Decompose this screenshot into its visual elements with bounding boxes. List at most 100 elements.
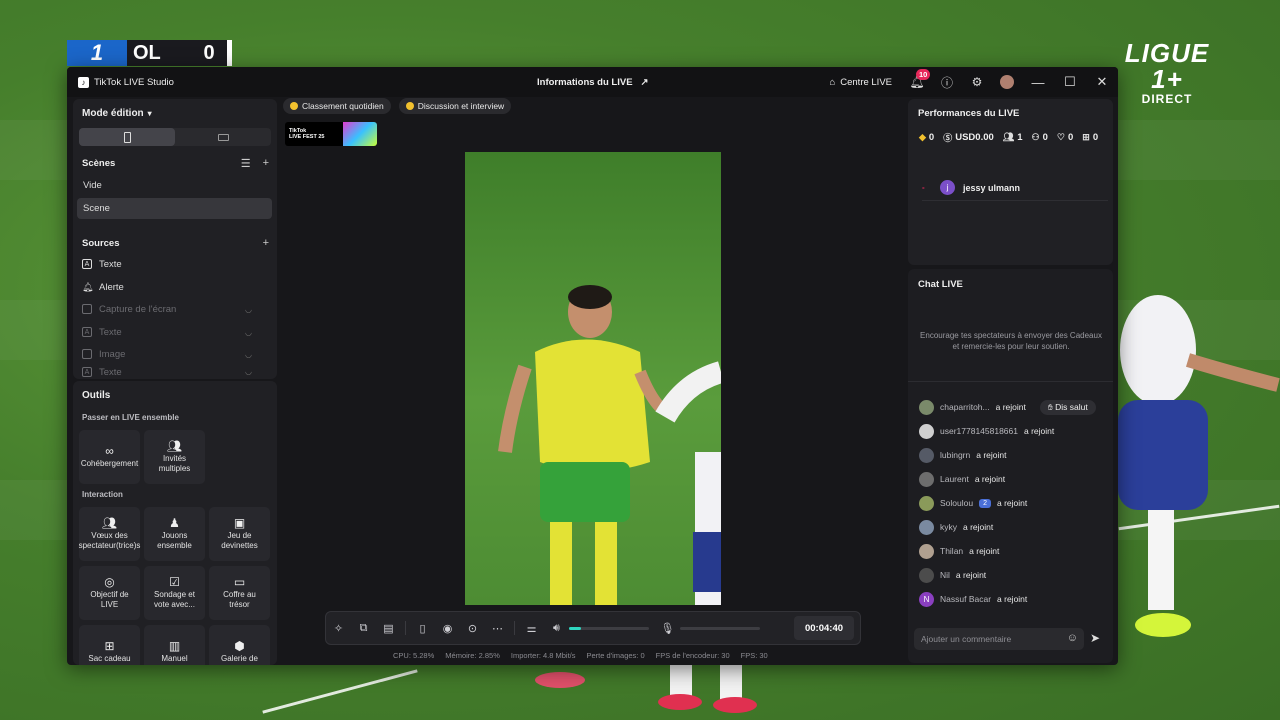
hidden-icon[interactable]: ◡ [245, 328, 252, 337]
chat-username[interactable]: kyky [940, 522, 957, 532]
add-source-icon[interactable]: + [263, 237, 269, 249]
hidden-icon[interactable]: ◡ [245, 350, 252, 359]
level-badge: 2 [979, 498, 991, 508]
poll-tile[interactable]: ☑ Sondage et vote avec... [144, 566, 205, 620]
chat-message[interactable]: user1778145818661 a rejoint [919, 423, 1109, 439]
new-followers-icon: ⚇ [1031, 132, 1040, 142]
send-button[interactable]: ➤ [1090, 631, 1100, 645]
phone-preview-button[interactable]: ▯ [410, 615, 435, 641]
scene-item[interactable]: Vide [77, 175, 272, 196]
chat-username[interactable]: Thilan [940, 546, 963, 556]
chat-username[interactable]: Laurent [940, 474, 969, 484]
record-button[interactable]: ◉ [435, 615, 460, 641]
maximize-button[interactable]: ☐ [1054, 67, 1086, 97]
chat-message[interactable]: Laurent a rejoint [919, 471, 1109, 487]
chat-username[interactable]: user1778145818661 [940, 426, 1018, 436]
chat-username[interactable]: chaparritoh... [940, 402, 990, 412]
portrait-button[interactable] [79, 128, 175, 146]
comment-input[interactable]: Ajouter un commentaire ☺ [914, 628, 1084, 650]
source-item[interactable]: Image ◡ [82, 345, 267, 363]
top-viewer-row[interactable]: - j jessy ulmann [922, 180, 1108, 201]
mic-button[interactable]: 🎙︎ [655, 615, 680, 641]
hidden-icon[interactable]: ◡ [245, 367, 252, 376]
more-icon: ⋯ [492, 622, 503, 635]
source-item[interactable]: A Texte ◡ [82, 367, 267, 377]
scene-item[interactable]: Scene [77, 198, 272, 219]
hidden-icon[interactable]: ◡ [245, 305, 252, 314]
volume-slider[interactable] [569, 626, 649, 630]
notifications-button[interactable]: 🔔︎ 10 [906, 69, 931, 93]
source-label: Texte [99, 326, 122, 338]
stats-bar: CPU: 5.28% Mémoire: 2.85% Importer: 4.8 … [393, 651, 768, 660]
source-item[interactable]: 🔔︎ Alerte [82, 278, 267, 296]
chat-message[interactable]: chaparritoh... a rejoint ✋︎ Dis salut [919, 399, 1109, 415]
source-item[interactable]: Capture de l'écran ◡ [82, 300, 267, 318]
source-label: Texte [99, 258, 122, 270]
speaker-button[interactable]: 🔊︎ [544, 615, 569, 641]
more-button[interactable]: ⋯ [485, 615, 510, 641]
chat-username[interactable]: Nassuf Bacar [940, 594, 991, 604]
maximize-icon: ☐ [1064, 74, 1076, 89]
cohosting-tile[interactable]: ∞ Cohébergement [79, 430, 140, 484]
chat-message[interactable]: N Nassuf Bacar a rejoint [919, 591, 1109, 607]
manual-tile[interactable]: ▥ Manuel [144, 625, 205, 665]
discussion-chip[interactable]: Discussion et interview [398, 98, 512, 114]
heart-icon: ♡ [1056, 132, 1065, 142]
chat-username[interactable]: lubingrn [940, 450, 970, 460]
chat-username[interactable]: Soloulou [940, 498, 973, 508]
help-button[interactable]: ⓘ [936, 71, 958, 93]
chat-username[interactable]: Nil [940, 570, 950, 580]
treasure-chest-tile[interactable]: ▭ Coffre au trésor [209, 566, 270, 620]
live-info-button[interactable]: Informations du LIVE ↗ [537, 67, 649, 97]
gift-bag-tile[interactable]: ⊞ Sac cadeau [79, 625, 140, 665]
tile-label: Invités multiples [158, 453, 191, 473]
live-fest-text: TikTok LIVE FEST 25 [289, 128, 324, 140]
emoji-icon[interactable]: ☺ [1067, 632, 1078, 644]
sources-actions: + [263, 237, 269, 249]
live-timer: 00:04:40 [794, 616, 854, 640]
bell-icon: 🔔︎ [82, 281, 94, 292]
gallery-tile[interactable]: ⬢ Galerie de [209, 625, 270, 665]
centre-live-button[interactable]: ⌂ Centre LIVE [830, 77, 893, 88]
tile-label: Sondage et vote avec... [154, 589, 195, 609]
live-goal-tile[interactable]: ◎ Objectif de LIVE [79, 566, 140, 620]
camera-switch-button[interactable]: ⊙ [460, 615, 485, 641]
viewer-wishes-tile[interactable]: 👥︎ Vœux des spectateur(trice)s [79, 507, 140, 561]
list-icon[interactable]: ☰ [241, 157, 251, 170]
bag-icon: ⊞ [104, 638, 115, 653]
add-overlay-button[interactable]: ⧉ [351, 615, 376, 641]
diamond-icon: ◆ [919, 132, 926, 142]
live-fest-banner[interactable]: TikTok LIVE FEST 25 [285, 122, 377, 146]
metric-value: USD0.00 [955, 132, 994, 143]
source-item[interactable]: A Texte ◡ [82, 323, 267, 341]
guessing-game-tile[interactable]: ▣ Jeu de devinettes [209, 507, 270, 561]
chat-message[interactable]: Nil a rejoint [919, 567, 1109, 583]
chat-message[interactable]: kyky a rejoint [919, 519, 1109, 535]
layout-button[interactable]: ▤ [376, 615, 401, 641]
settings-button[interactable]: ⚙ [966, 71, 988, 93]
metric-value: 0 [928, 132, 935, 143]
live-preview-canvas[interactable] [465, 152, 721, 605]
chat-message[interactable]: lubingrn a rejoint [919, 447, 1109, 463]
close-button[interactable]: ✕ [1086, 67, 1118, 97]
multi-guest-tile[interactable]: 👥︎ Invités multiples [144, 430, 205, 484]
source-item[interactable]: A Texte [82, 255, 267, 273]
speaker-icon: 🔊︎ [553, 621, 560, 634]
chest-icon: ▭ [233, 574, 246, 589]
avatar [919, 543, 934, 559]
users-icon: 👥︎ [166, 438, 183, 453]
daily-ranking-chip[interactable]: Classement quotidien [283, 98, 391, 114]
profile-button[interactable] [996, 71, 1018, 93]
landscape-button[interactable] [175, 128, 271, 146]
edit-mode-dropdown[interactable]: Mode édition ▾ [82, 108, 152, 119]
say-hi-button[interactable]: ✋︎ Dis salut [1039, 399, 1096, 415]
audio-settings-button[interactable]: ⚌ [519, 615, 544, 641]
magic-wand-button[interactable]: ✧ [326, 615, 351, 641]
mic-slider[interactable] [680, 626, 760, 630]
minimize-button[interactable]: — [1022, 67, 1054, 97]
add-scene-icon[interactable]: + [263, 157, 269, 170]
play-together-tile[interactable]: ♟ Jouons ensemble [144, 507, 205, 561]
tile-label: Manuel [161, 653, 188, 663]
chat-message[interactable]: Thilan a rejoint [919, 543, 1109, 559]
chat-message[interactable]: Soloulou 2 a rejoint [919, 495, 1109, 511]
